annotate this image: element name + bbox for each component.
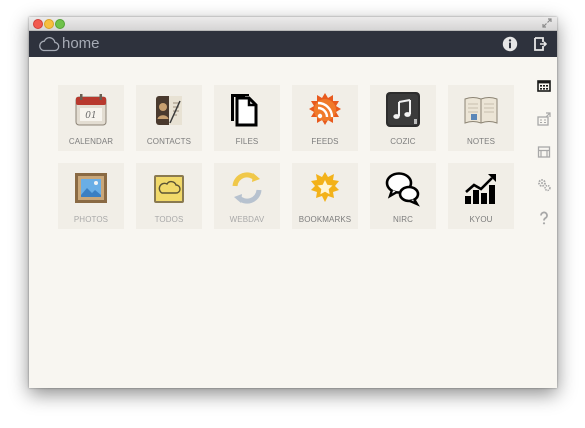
- app-header: home: [29, 31, 557, 57]
- help-icon[interactable]: [537, 211, 551, 225]
- app-tile-label: FEEDS: [311, 137, 339, 146]
- app-tile-photos[interactable]: PHOTOS: [58, 163, 124, 229]
- app-tile-nirc[interactable]: NIRC: [370, 163, 436, 229]
- app-tile-label: CONTACTS: [146, 137, 192, 146]
- app-tile-label: TODOS: [154, 215, 184, 224]
- app-tile-label: NIRC: [393, 215, 413, 224]
- app-tile-label: BOOKMARKS: [298, 215, 352, 224]
- info-icon[interactable]: [502, 36, 518, 52]
- app-tile-kyou[interactable]: KYOU: [448, 163, 514, 229]
- chat-bubbles-icon: [385, 172, 420, 207]
- files-icon: [231, 94, 258, 127]
- fullscreen-icon[interactable]: [542, 18, 552, 28]
- app-tile-label: NOTES: [466, 137, 496, 146]
- window-zoom-button[interactable]: [55, 19, 65, 29]
- app-tile-label: WEBDAV: [229, 215, 265, 224]
- bar-chart-icon: [465, 174, 496, 204]
- bookmark-star-icon: [311, 172, 339, 202]
- app-tile-contacts[interactable]: CONTACTS: [136, 85, 202, 151]
- app-tile-todos[interactable]: TODOS: [136, 163, 202, 229]
- page-title: home: [62, 35, 100, 52]
- sync-arrows-icon: [232, 172, 262, 204]
- app-tile-label: PHOTOS: [73, 215, 109, 224]
- window-minimize-button[interactable]: [44, 19, 54, 29]
- logout-icon[interactable]: [533, 37, 547, 51]
- rss-feed-icon: [309, 93, 341, 125]
- app-grid: 01 CALENDAR CONTACTS FILES FEEDS COZIC N…: [58, 85, 528, 229]
- app-tile-calendar[interactable]: 01 CALENDAR: [58, 85, 124, 151]
- apps-grid-icon[interactable]: [537, 79, 551, 93]
- app-tile-webdav[interactable]: WEBDAV: [214, 163, 280, 229]
- settings-gears-icon[interactable]: [537, 178, 551, 192]
- cloud-icon[interactable]: [38, 36, 60, 52]
- app-tile-files[interactable]: FILES: [214, 85, 280, 151]
- right-sidebar: [536, 79, 552, 244]
- app-tile-cozic[interactable]: COZIC: [370, 85, 436, 151]
- app-tile-label: FILES: [235, 137, 259, 146]
- notebook-icon: [464, 97, 498, 124]
- app-tile-bookmarks[interactable]: BOOKMARKS: [292, 163, 358, 229]
- app-tile-label: CALENDAR: [68, 137, 114, 146]
- market-icon[interactable]: [537, 145, 551, 159]
- music-note-icon: [386, 92, 420, 127]
- contacts-book-icon: [156, 96, 182, 125]
- app-tile-label: COZIC: [390, 137, 416, 146]
- calendar-icon: 01: [75, 94, 107, 126]
- app-window: home 01 CALENDAR CONTACTS FILES FEEDS CO…: [29, 17, 557, 388]
- window-titlebar: [29, 17, 557, 31]
- app-store-icon[interactable]: [537, 112, 551, 126]
- app-tile-label: KYOU: [469, 215, 493, 224]
- svg-text:01: 01: [85, 111, 96, 121]
- window-close-button[interactable]: [33, 19, 43, 29]
- app-tile-feeds[interactable]: FEEDS: [292, 85, 358, 151]
- todo-note-icon: [154, 175, 184, 203]
- app-tile-notes[interactable]: NOTES: [448, 85, 514, 151]
- photo-frame-icon: [75, 173, 107, 203]
